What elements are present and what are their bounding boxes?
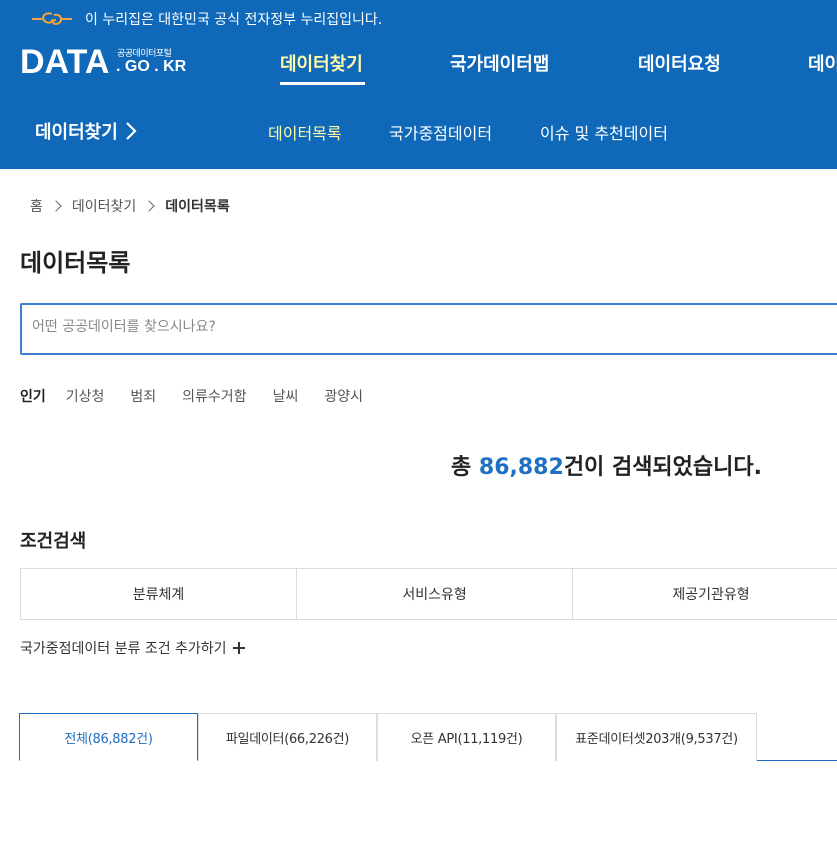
search-input[interactable] — [32, 319, 812, 335]
breadcrumb-find-data[interactable]: 데이터찾기 — [72, 196, 136, 216]
chevron-right-icon — [126, 122, 137, 140]
result-count-prefix: 총 — [451, 455, 479, 480]
lnb-title-text: 데이터찾기 — [35, 122, 118, 143]
result-count-number: 86,882 — [478, 455, 564, 480]
condition-tab-service-type[interactable]: 서비스유형 — [297, 569, 574, 619]
lnb-item-data-list[interactable]: 데이터목록 — [268, 120, 342, 144]
breadcrumb-current: 데이터목록 — [165, 199, 230, 215]
breadcrumb-home[interactable]: 홈 — [30, 196, 43, 216]
gov-emblem-icon — [32, 12, 72, 26]
lnb-item-issue-recommended[interactable]: 이슈 및 추천데이터 — [540, 120, 668, 144]
logo-domain-text: . GO . KR — [116, 58, 187, 75]
gnb-active-indicator — [280, 82, 365, 85]
add-condition-label: 국가중점데이터 분류 조건 추가하기 — [20, 641, 227, 657]
condition-tabs: 분류체계 서비스유형 제공기관유형 — [20, 568, 837, 620]
breadcrumb: 홈 데이터찾기 데이터목록 — [30, 196, 230, 216]
lnb-title[interactable]: 데이터찾기 — [35, 118, 137, 144]
gnb-item-truncated[interactable]: 데이 — [808, 50, 837, 76]
popular-tag[interactable]: 날씨 — [273, 386, 299, 406]
popular-tag[interactable]: 광양시 — [324, 386, 363, 406]
result-type-tabs: 전체(86,882건) 파일데이터(66,226건) 오픈 API(11,119… — [19, 713, 837, 761]
site-header: 이 누리집은 대한민국 공식 전자정부 누리집입니다. DATA 공공데이터포털… — [0, 0, 837, 169]
tab-standard-dataset[interactable]: 표준데이터셋203개(9,537건) — [556, 713, 757, 761]
condition-tab-classification[interactable]: 분류체계 — [21, 569, 298, 619]
condition-search-title: 조건검색 — [20, 531, 87, 552]
result-count: 총 86,882건이 검색되었습니다. — [451, 449, 762, 481]
gnb-item-national-data-map[interactable]: 국가데이터맵 — [450, 50, 549, 76]
popular-keywords: 인기 기상청 범죄 의류수거함 날씨 광양시 — [20, 386, 389, 406]
chevron-right-icon — [143, 200, 155, 212]
condition-tab-provider-type[interactable]: 제공기관유형 — [573, 569, 837, 619]
popular-tag[interactable]: 범죄 — [130, 386, 156, 406]
gov-banner-text: 이 누리집은 대한민국 공식 전자정부 누리집입니다. — [85, 12, 383, 28]
result-count-suffix: 건이 검색되었습니다. — [563, 455, 762, 480]
tab-open-api[interactable]: 오픈 API(11,119건) — [377, 713, 556, 761]
search-box — [20, 303, 837, 355]
plus-icon — [232, 642, 245, 654]
gov-banner: 이 누리집은 대한민국 공식 전자정부 누리집입니다. — [0, 0, 837, 36]
page-title: 데이터목록 — [20, 249, 131, 277]
gnb-item-data-request[interactable]: 데이터요청 — [638, 50, 721, 76]
chevron-right-icon — [50, 200, 62, 212]
add-condition-button[interactable]: 국가중점데이터 분류 조건 추가하기 — [20, 638, 245, 658]
gnb-item-find-data[interactable]: 데이터찾기 — [280, 50, 363, 76]
tab-all[interactable]: 전체(86,882건) — [19, 713, 198, 761]
tab-file-data[interactable]: 파일데이터(66,226건) — [198, 713, 377, 761]
logo-main-text: DATA — [20, 43, 110, 81]
lnb-item-national-key-data[interactable]: 국가중점데이터 — [389, 120, 492, 144]
popular-tag[interactable]: 의류수거함 — [182, 386, 246, 406]
popular-label: 인기 — [20, 389, 46, 405]
popular-tag[interactable]: 기상청 — [66, 386, 105, 406]
